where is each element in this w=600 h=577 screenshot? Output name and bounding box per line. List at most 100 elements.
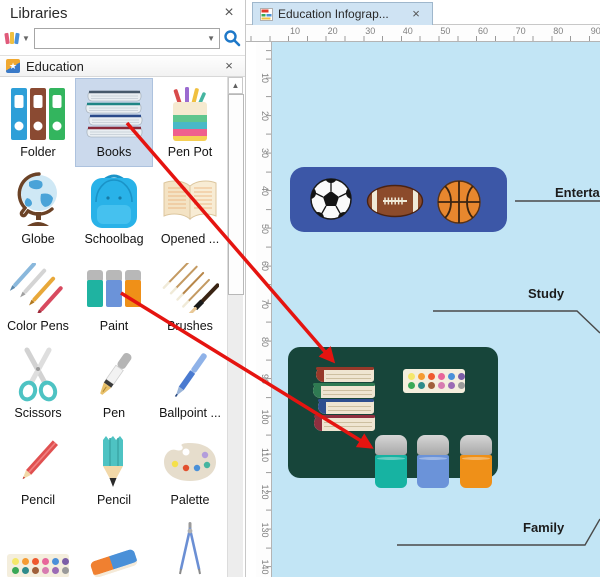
section-title: Education [26,58,84,74]
panel-header: Libraries × [0,0,245,26]
basketball-icon[interactable] [437,180,481,224]
tab-education-infographic[interactable]: Education Infograp... × [252,2,433,25]
label-entertainment[interactable]: Entertainment [555,185,600,200]
paint-color-dot [62,558,69,565]
search-row: ▼ ▼ [0,26,245,50]
label-family[interactable]: Family [523,520,564,535]
paint-color-dot [448,382,455,389]
library-item-label: Pencil [96,493,132,507]
library-item-books[interactable]: Books [75,78,153,167]
library-item-pen-pot[interactable]: Pen Pot [152,79,228,166]
ruler-tick-label: 130 [260,522,270,538]
label-study[interactable]: Study [528,286,564,301]
entertainment-shape-group[interactable] [290,167,507,232]
paint-color-dot [32,567,39,574]
paint-color-dot [42,567,49,574]
chevron-down-icon: ▼ [22,33,30,43]
library-item-label: Pen Pot [167,145,213,159]
palette-icon [157,433,223,491]
library-item-opened-book[interactable]: Opened ... [152,166,228,253]
ruler-tick-label: 140 [260,559,270,575]
library-item-schoolbag[interactable]: Schoolbag [76,166,152,253]
library-item-label: Pencil [20,493,56,507]
paint-jar-blue[interactable] [417,435,449,488]
library-item-scissors[interactable]: Scissors [0,340,76,427]
watercolor-set-shape[interactable] [403,369,465,393]
paint-color-dot [52,567,59,574]
color-pens-icon [5,259,71,317]
jar-lid [417,435,449,455]
ruler-tick-label: 60 [260,261,270,272]
jar-body [375,455,407,488]
book-shape[interactable] [313,383,375,398]
library-item-compass[interactable] [152,514,228,577]
library-item-label: Globe [21,232,55,246]
close-section-icon[interactable]: × [221,58,237,74]
library-item-color-pens[interactable]: Color Pens [0,253,76,340]
paint-color-dot [22,558,29,565]
library-item-watercolor[interactable] [0,514,76,577]
american-football-icon[interactable] [366,184,424,218]
leader-lines [397,200,600,546]
scroll-up-icon[interactable]: ▲ [228,77,243,94]
paint-color-dot [438,373,445,380]
library-select-button[interactable]: ▼ [4,30,31,46]
soccer-ball-icon[interactable] [310,178,352,220]
ruler-tick-label: 80 [553,26,564,36]
scrollbar-thumb[interactable] [228,94,244,295]
search-input[interactable] [35,29,208,47]
vertical-ruler: 10 20 30 40 50 60 70 80 90 100 110 120 130 140 [256,42,272,577]
library-item-ballpoint[interactable]: Ballpoint ... [152,340,228,427]
ruler-tick-label: 30 [260,148,270,159]
paint-color-dot [12,558,19,565]
paint-color-dot [12,567,19,574]
paint-color-dot [438,382,445,389]
library-item-label: Scissors [14,406,62,420]
opened-book-icon [157,172,223,230]
paint-color-dot [428,373,435,380]
paint-color-dot [418,373,425,380]
paint-jar-orange[interactable] [460,435,492,488]
pen-pot-icon [157,85,223,143]
library-item-folder[interactable]: Folder [0,79,76,166]
library-item-pen[interactable]: Pen [76,340,152,427]
search-icon[interactable] [223,29,241,47]
tab-label: Education Infograp... [278,7,389,21]
paint-color-dot [408,373,415,380]
book-shape[interactable] [316,367,374,382]
pencil-teal-icon [81,433,147,491]
book-shape[interactable] [318,399,374,414]
panel-title: Libraries [10,4,68,22]
library-section-education[interactable]: ★ Education × [0,55,245,77]
ruler-tick-label: 110 [260,447,270,462]
ruler-tick-label: 80 [260,336,270,347]
chevron-down-icon[interactable]: ▼ [207,34,219,43]
paint-color-dot [418,382,425,389]
library-item-palette[interactable]: Palette [152,427,228,514]
search-combobox[interactable]: ▼ [34,27,220,49]
library-item-label: Books [96,145,132,159]
ruler-tick-label: 90 [590,26,600,36]
paint-jar-teal[interactable] [375,435,407,488]
brushes-icon [157,259,223,317]
horizontal-ruler: 10 20 30 40 50 60 70 80 90 [246,25,600,42]
ruler-tick-label: 20 [260,110,270,121]
jar-body [460,455,492,488]
close-tab-icon[interactable]: × [408,6,424,22]
library-item-eraser[interactable] [76,514,152,577]
library-item-brushes[interactable]: Brushes [152,253,228,340]
canvas-page[interactable]: Entertainment Study Family [272,42,600,577]
ruler-tick-label: 60 [478,26,489,36]
panel-scrollbar[interactable]: ▲ [227,77,244,577]
jar-lid [460,435,492,455]
paint-color-dot [42,558,49,565]
library-item-globe[interactable]: Globe [0,166,76,253]
library-item-label: Schoolbag [84,232,144,246]
library-item-label: Ballpoint ... [159,406,221,420]
book-shape[interactable] [314,415,375,431]
close-panel-icon[interactable]: × [221,5,237,21]
library-item-pencil-teal[interactable]: Pencil [76,427,152,514]
library-item-paint[interactable]: Paint [76,253,152,340]
library-item-label: Pen [102,406,126,420]
library-item-pencil-red[interactable]: Pencil [0,427,76,514]
